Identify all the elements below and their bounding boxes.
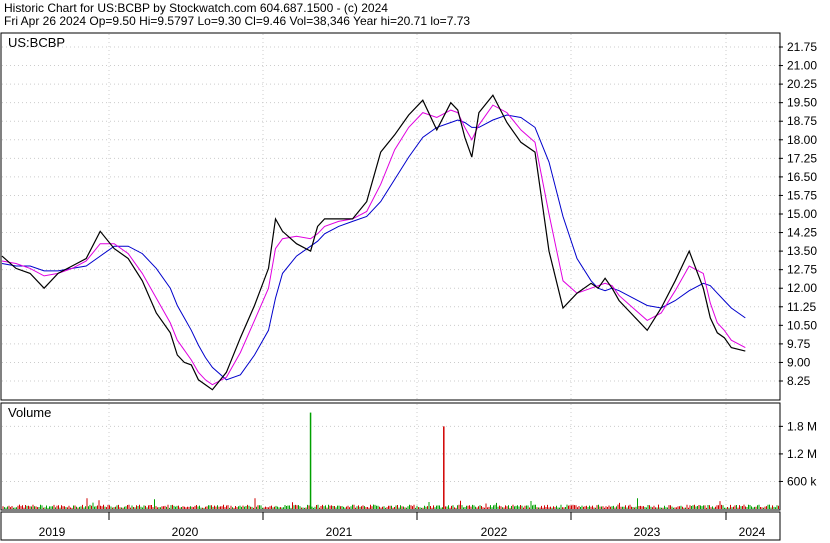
- price-tick-label: 18.75: [787, 114, 817, 128]
- price-series: [1, 94, 746, 391]
- price-tick-label: 15.75: [787, 188, 817, 202]
- year-tick-label: 2023: [634, 525, 661, 539]
- volume-panel-border: [0, 402, 781, 511]
- x-axis-border: [0, 511, 781, 541]
- volume-panel-title: Volume: [8, 405, 51, 420]
- price-tick-label: 16.50: [787, 170, 817, 184]
- year-tick-label: 2020: [172, 525, 199, 539]
- price-tick-label: 9.00: [787, 355, 811, 369]
- price-axis: 21.75 21.00 20.25 19.50 18.75 18.00 17.25 16.50…: [779, 40, 817, 388]
- year-tick-label: 2024: [739, 525, 766, 539]
- price-tick-label: 20.25: [787, 77, 817, 91]
- price-tick-label: 13.50: [787, 244, 817, 258]
- price-grid: [2, 34, 779, 399]
- price-tick-label: 21.00: [787, 59, 817, 73]
- year-tick-label: 2022: [481, 525, 508, 539]
- price-panel-border: [0, 32, 781, 401]
- price-panel-title: US:BCBP: [8, 35, 65, 50]
- price-tick-label: 11.25: [787, 300, 816, 314]
- volume-tick-label: 600 k: [787, 474, 817, 488]
- price-tick-label: 19.50: [787, 96, 817, 110]
- volume-tick-label: 1.8 M: [787, 419, 817, 433]
- price-tick-label: 8.25: [787, 374, 811, 388]
- volume-axis: 1.8 M 1.2 M 600 k: [779, 419, 817, 488]
- x-axis: 2019 2020 2021 2022 2023 2024: [39, 512, 766, 539]
- price-tick-label: 21.75: [787, 40, 817, 54]
- price-tick-label: 18.00: [787, 133, 817, 147]
- price-tick-label: 14.25: [787, 226, 817, 240]
- price-tick-label: 12.75: [787, 263, 817, 277]
- volume-bars: [2, 412, 779, 509]
- volume-grid: [2, 404, 779, 509]
- year-tick-label: 2019: [39, 525, 66, 539]
- close-price-line: [1, 94, 746, 391]
- volume-tick-label: 1.2 M: [787, 447, 817, 461]
- ma-short-line: [1, 104, 746, 386]
- price-tick-label: 17.25: [787, 151, 817, 165]
- price-tick-label: 10.50: [787, 318, 817, 332]
- year-tick-label: 2021: [326, 525, 353, 539]
- stock-chart: US:BCBP 21.75 21.00 20.25 19.50 18.75 18.00 17…: [0, 32, 817, 541]
- price-tick-label: 12.00: [787, 281, 817, 295]
- price-tick-label: 15.00: [787, 207, 817, 221]
- price-tick-label: 9.75: [787, 337, 811, 351]
